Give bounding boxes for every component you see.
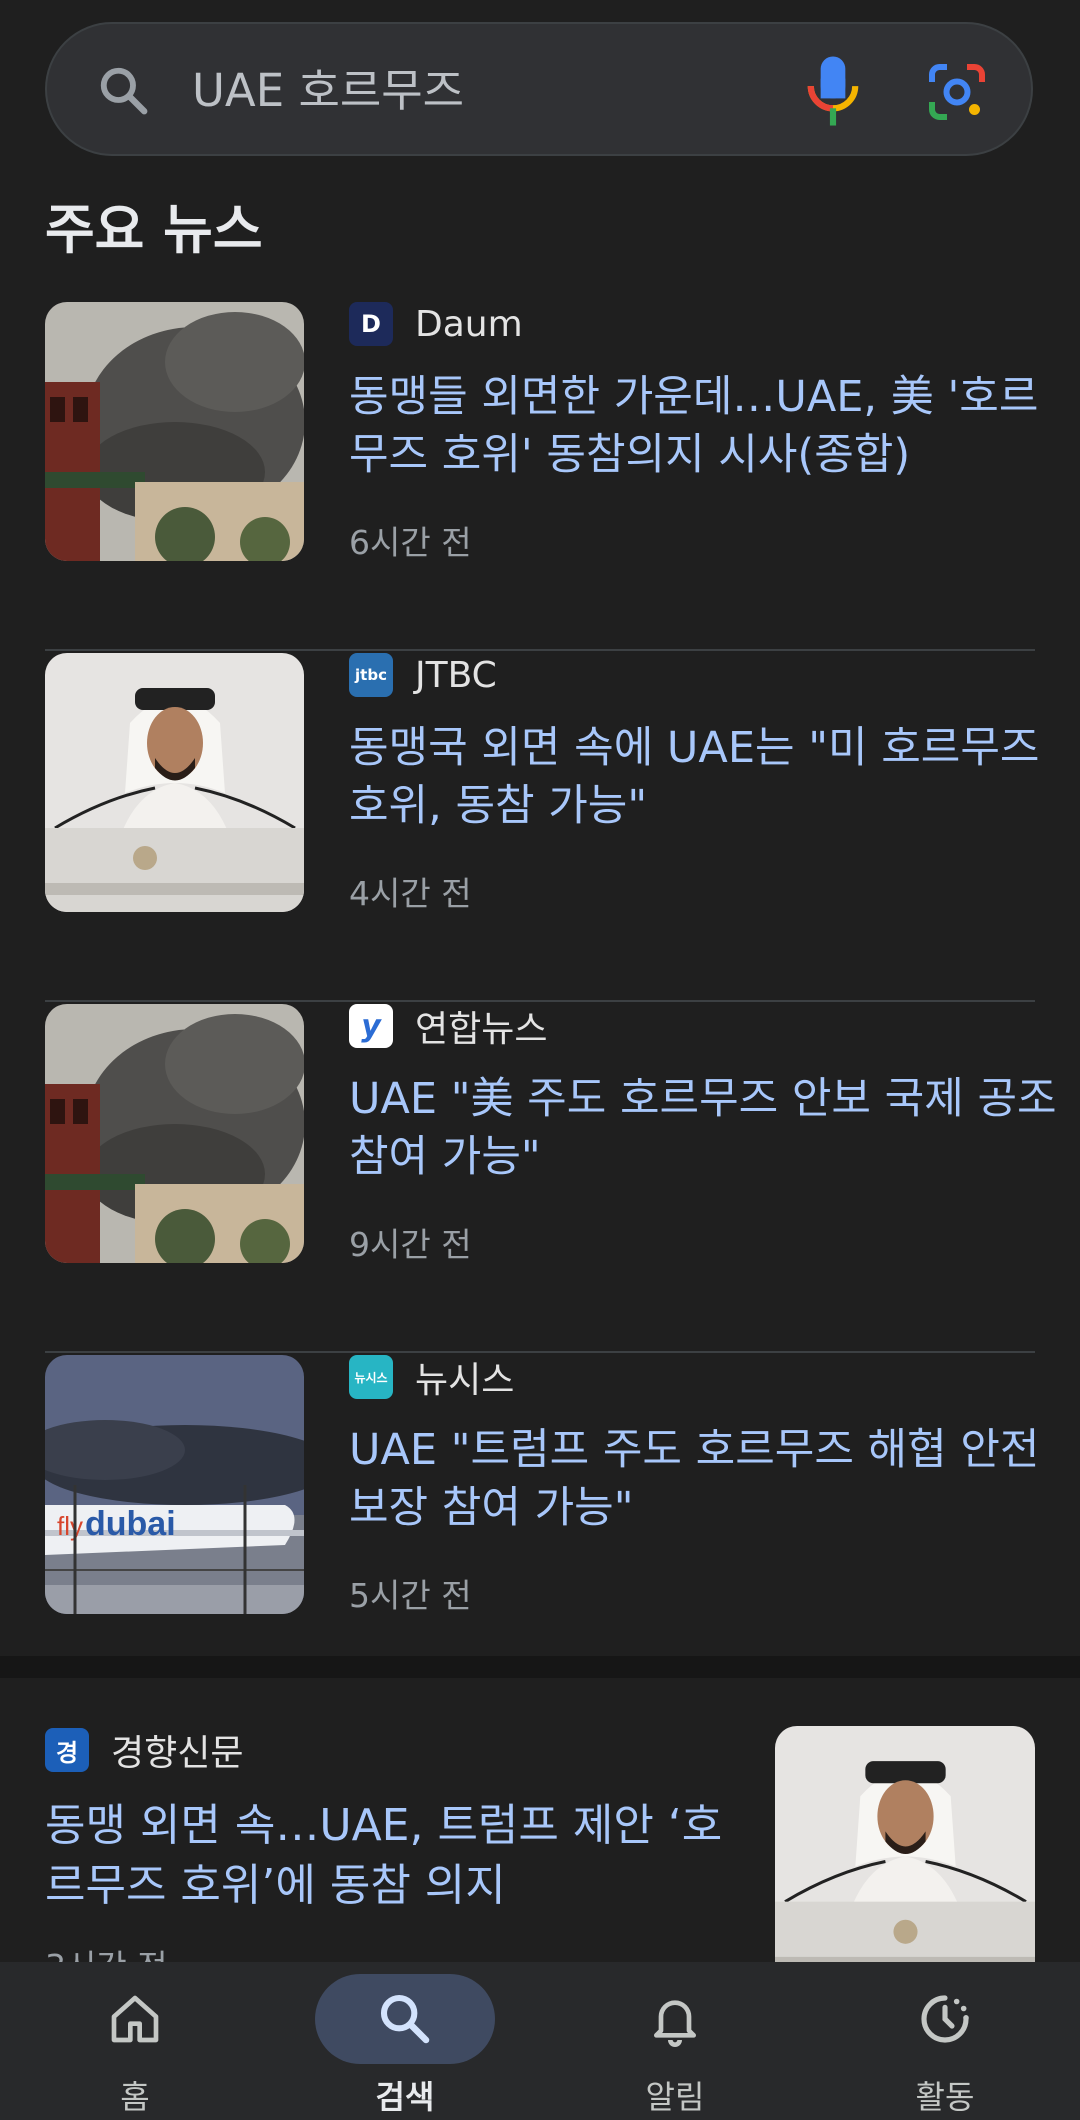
news-time: 9시간 전 (349, 1225, 472, 1264)
nav-label: 검색 (375, 2078, 435, 2116)
news-time: 4시간 전 (349, 874, 472, 913)
nav-search[interactable]: 검색 (270, 1962, 540, 2120)
svg-text:fly: fly (57, 1511, 83, 1541)
nav-home[interactable]: 홈 (0, 1962, 270, 2120)
news-headline[interactable]: 동맹국 외면 속에 UAE는 "미 호르무즈 호위, 동참 가능" (349, 719, 1077, 835)
news-thumbnail-smoke[interactable] (45, 1004, 304, 1263)
kyunghyang-logo-icon: 경 (45, 1728, 89, 1772)
news-thumbnail-speaker[interactable] (775, 1726, 1035, 1986)
news-source: 경 경향신문 (45, 1724, 243, 1776)
news-thumbnail-speaker[interactable] (45, 653, 304, 912)
news-headline[interactable]: UAE "美 주도 호르무즈 안보 국제 공조 참여 가능" (349, 1070, 1077, 1186)
news-list: D Daum 동맹들 외면한 가운데…UAE, 美 '호르무즈 호위' 동참의지… (45, 300, 1057, 1704)
news-source: jtbc JTBC (349, 651, 497, 699)
search-icon[interactable] (97, 64, 151, 118)
search-query[interactable]: UAE 호르무즈 (192, 58, 464, 124)
news-item[interactable]: dubai fly 뉴시스 뉴시스 UAE "트럼프 주도 호르무즈 해협 안전… (45, 1353, 1039, 1704)
search-header: UAE 호르무즈 (0, 0, 1080, 180)
jtbc-logo-icon: jtbc (349, 653, 393, 697)
daum-logo-icon: D (349, 302, 393, 346)
news-source: D Daum (349, 300, 523, 348)
section-title: 주요 뉴스 (45, 198, 263, 261)
news-source: y 연합뉴스 (349, 1002, 547, 1050)
news-item[interactable]: jtbc JTBC 동맹국 외면 속에 UAE는 "미 호르무즈 호위, 동참 … (45, 651, 1039, 1002)
newsis-logo-icon: 뉴시스 (349, 1355, 393, 1399)
news-headline[interactable]: 동맹 외면 속…UAE, 트럼프 제안 ‘호르무즈 호위’에 동참 의지 (45, 1796, 745, 1916)
bottom-navigation: 홈 검색 알림 활동 (0, 1962, 1080, 2120)
news-thumbnail-plane[interactable]: dubai fly (45, 1355, 304, 1614)
news-headline[interactable]: UAE "트럼프 주도 호르무즈 해협 안전보장 참여 가능" (349, 1421, 1077, 1537)
search-bar[interactable]: UAE 호르무즈 (45, 22, 1033, 156)
bell-icon (654, 2000, 696, 2047)
activity-icon (921, 1995, 969, 2043)
section-divider (0, 1656, 1080, 1678)
news-time: 6시간 전 (349, 523, 472, 562)
home-icon (111, 1995, 159, 2043)
lens-camera-icon[interactable] (927, 62, 987, 122)
news-item[interactable]: D Daum 동맹들 외면한 가운데…UAE, 美 '호르무즈 호위' 동참의지… (45, 300, 1038, 651)
yonhap-logo-icon: y (349, 1004, 393, 1048)
news-time: 5시간 전 (349, 1576, 472, 1615)
news-source: 뉴시스 뉴시스 (349, 1353, 514, 1401)
news-headline[interactable]: 동맹들 외면한 가운데…UAE, 美 '호르무즈 호위' 동참의지 시사(종합) (349, 368, 1077, 484)
nav-label: 활동 (915, 2078, 975, 2116)
nav-label: 알림 (645, 2078, 705, 2116)
microphone-icon[interactable] (803, 54, 863, 128)
news-item[interactable]: y 연합뉴스 UAE "美 주도 호르무즈 안보 국제 공조 참여 가능" 9시… (45, 1002, 1057, 1353)
search-icon (380, 1994, 430, 2044)
nav-activity[interactable]: 활동 (810, 1962, 1080, 2120)
feature-news-item[interactable]: 경 경향신문 동맹 외면 속…UAE, 트럼프 제안 ‘호르무즈 호위’에 동참… (0, 1678, 1080, 1986)
svg-text:dubai: dubai (85, 1505, 176, 1543)
nav-label: 홈 (120, 2078, 150, 2116)
nav-notifications[interactable]: 알림 (540, 1962, 810, 2120)
news-thumbnail-smoke[interactable] (45, 302, 304, 561)
